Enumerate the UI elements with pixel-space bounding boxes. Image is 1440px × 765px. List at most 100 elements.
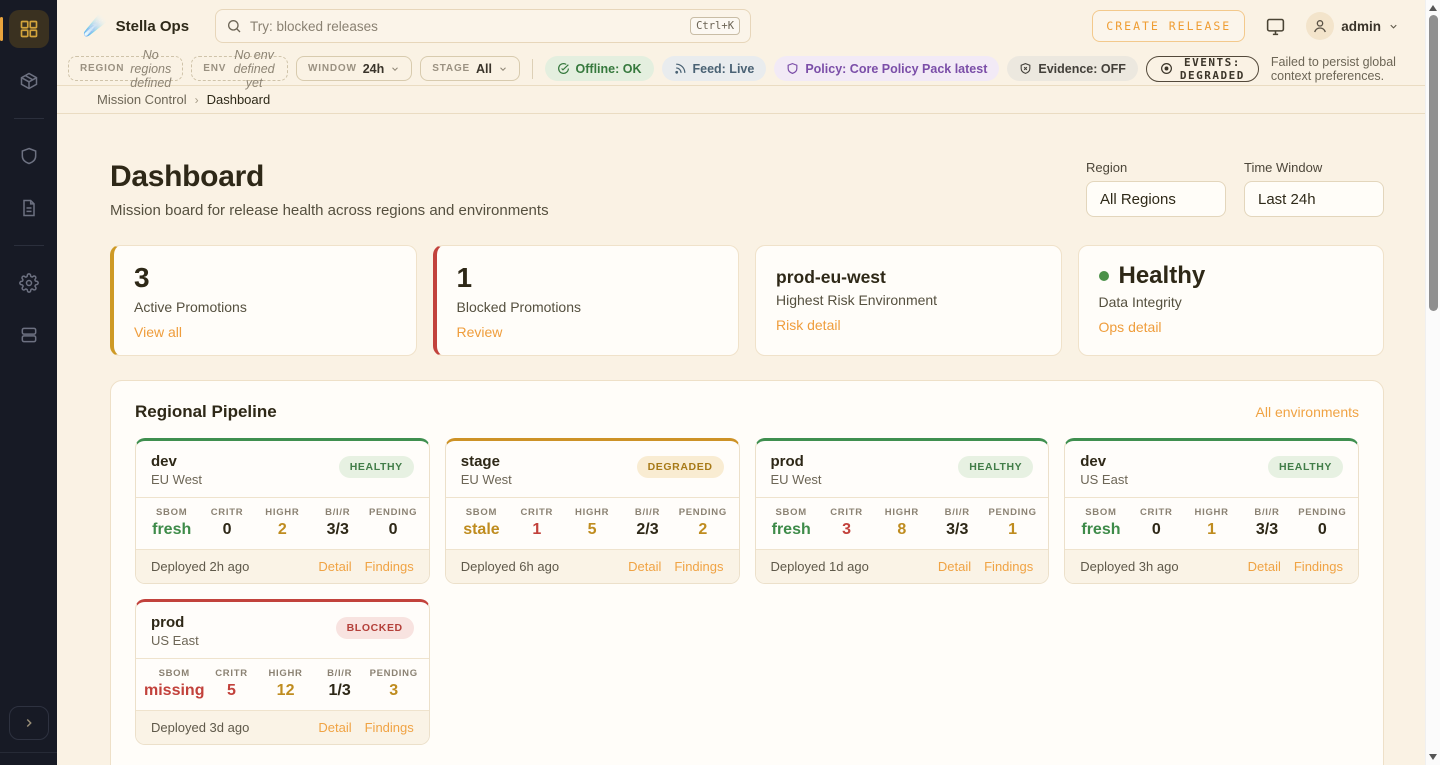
all-environments-link[interactable]: All environments: [1256, 404, 1360, 420]
status-badge: HEALTHY: [958, 456, 1033, 478]
metric-pending: PENDING0: [365, 507, 420, 539]
feed-status-pill: Feed: Live: [662, 56, 767, 81]
search-input[interactable]: [250, 19, 682, 34]
metric-value: 0: [1129, 521, 1184, 539]
top-bar: ☄️ Stella Ops Ctrl+K CREATE RELEASE: [57, 0, 1425, 52]
ops-detail-link[interactable]: Ops detail: [1099, 319, 1162, 335]
metric-sbom: SBOMfresh: [764, 507, 819, 539]
metric-critr: CRITR5: [204, 668, 258, 700]
pipeline-header: Regional Pipeline All environments: [135, 402, 1359, 422]
scrollbar-up-arrow[interactable]: [1429, 5, 1437, 11]
health-dot-icon: [1099, 271, 1109, 281]
active-indicator: [0, 17, 3, 41]
review-link[interactable]: Review: [457, 324, 503, 340]
metric-sbom: SBOMstale: [454, 507, 509, 539]
stat-value: 1: [457, 263, 719, 294]
metric-value: 1/3: [313, 682, 367, 700]
env-card-dev-eu-west: dev EU West HEALTHY SBOMfresh CRITR0 HIG…: [135, 438, 430, 584]
env-region: US East: [151, 633, 199, 648]
metric-bir: B/I/R3/3: [930, 507, 985, 539]
status-badge: HEALTHY: [339, 456, 414, 478]
detail-link[interactable]: Detail: [938, 559, 971, 574]
env-card-prod-eu-west: prod EU West HEALTHY SBOMfresh CRITR3 HI…: [755, 438, 1050, 584]
detail-link[interactable]: Detail: [628, 559, 661, 574]
sidebar-expand-button[interactable]: [9, 706, 49, 740]
metric-pending: PENDING2: [675, 507, 730, 539]
findings-link[interactable]: Findings: [365, 720, 414, 735]
user-menu[interactable]: admin: [1306, 12, 1399, 40]
sidebar-item-policy[interactable]: [9, 137, 49, 175]
page-content: Dashboard Mission board for release heal…: [57, 114, 1425, 765]
breadcrumb-parent[interactable]: Mission Control: [97, 92, 187, 107]
metric-value: 5: [204, 682, 258, 700]
deployed-text: Deployed 1d ago: [771, 559, 869, 574]
dashboard-grid-icon: [19, 19, 39, 39]
metric-value: 1: [985, 521, 1040, 539]
region-select[interactable]: All Regions: [1086, 181, 1226, 217]
metric-value: fresh: [144, 521, 199, 539]
metric-value: 3/3: [1239, 521, 1294, 539]
stage-filter-chip[interactable]: STAGE All: [420, 56, 520, 81]
metric-value: missing: [144, 682, 204, 700]
stat-card-blocked-promotions: 1 Blocked Promotions Review: [433, 245, 740, 356]
vertical-scrollbar[interactable]: [1425, 0, 1440, 765]
metric-highr: HIGHR1: [1184, 507, 1239, 539]
findings-link[interactable]: Findings: [1294, 559, 1343, 574]
window-chip-value: 24h: [363, 62, 385, 76]
env-filter-chip[interactable]: ENV No env defined yet: [191, 56, 288, 81]
sidebar-item-documents[interactable]: [9, 189, 49, 227]
env-name: prod: [151, 614, 199, 631]
region-filter-chip[interactable]: REGION No regions defined: [68, 56, 183, 81]
detail-link[interactable]: Detail: [318, 720, 351, 735]
scrollbar-thumb[interactable]: [1429, 15, 1438, 311]
metric-value: stale: [454, 521, 509, 539]
risk-detail-link[interactable]: Risk detail: [776, 317, 841, 333]
sidebar-item-settings[interactable]: [9, 264, 49, 302]
context-bar: REGION No regions defined ENV No env def…: [57, 52, 1425, 86]
detail-link[interactable]: Detail: [1248, 559, 1281, 574]
metric-label: B/I/R: [1239, 507, 1294, 518]
metric-label: SBOM: [764, 507, 819, 518]
detail-link[interactable]: Detail: [318, 559, 351, 574]
metric-label: CRITR: [509, 507, 564, 518]
env-name: stage: [461, 453, 512, 470]
scrollbar-down-arrow[interactable]: [1429, 754, 1437, 760]
stat-label: Data Integrity: [1099, 294, 1364, 310]
events-status-button[interactable]: EVENTS: DEGRADED: [1146, 56, 1259, 82]
findings-link[interactable]: Findings: [984, 559, 1033, 574]
events-status-text: EVENTS: DEGRADED: [1180, 56, 1245, 82]
metric-bir: B/I/R2/3: [620, 507, 675, 539]
findings-link[interactable]: Findings: [365, 559, 414, 574]
stat-label: Highest Risk Environment: [776, 292, 1041, 308]
view-all-link[interactable]: View all: [134, 324, 182, 340]
region-filter-group: Region All Regions: [1086, 160, 1226, 217]
sidebar-item-dashboard[interactable]: [9, 10, 49, 48]
env-metrics: SBOMfresh CRITR3 HIGHR8 B/I/R3/3 PENDING…: [756, 497, 1049, 549]
sidebar-item-releases[interactable]: [9, 62, 49, 100]
offline-status-text: Offline: OK: [576, 62, 642, 76]
sidebar-divider: [14, 118, 44, 119]
time-window-select[interactable]: Last 24h: [1244, 181, 1384, 217]
global-search[interactable]: Ctrl+K: [215, 9, 751, 43]
sidebar-item-infrastructure[interactable]: [9, 316, 49, 354]
brand-name: Stella Ops: [116, 18, 189, 35]
metric-highr: HIGHR5: [564, 507, 619, 539]
findings-link[interactable]: Findings: [674, 559, 723, 574]
gear-icon: [19, 273, 39, 293]
display-mode-button[interactable]: [1265, 16, 1286, 37]
sidebar-footer: [0, 706, 57, 765]
pipeline-title: Regional Pipeline: [135, 402, 277, 422]
env-region: EU West: [771, 472, 822, 487]
metric-label: PENDING: [367, 668, 421, 679]
create-release-button[interactable]: CREATE RELEASE: [1092, 10, 1245, 42]
monitor-icon: [1265, 16, 1286, 37]
user-name: admin: [1341, 19, 1381, 34]
server-stack-icon: [19, 325, 39, 345]
env-region: EU West: [151, 472, 202, 487]
events-error-message: Failed to persist global context prefere…: [1271, 55, 1403, 83]
metric-critr: CRITR0: [1129, 507, 1184, 539]
metric-label: B/I/R: [930, 507, 985, 518]
window-filter-chip[interactable]: WINDOW 24h: [296, 56, 412, 81]
env-chip-value: No env defined yet: [232, 48, 276, 90]
brand[interactable]: ☄️ Stella Ops: [83, 17, 189, 36]
